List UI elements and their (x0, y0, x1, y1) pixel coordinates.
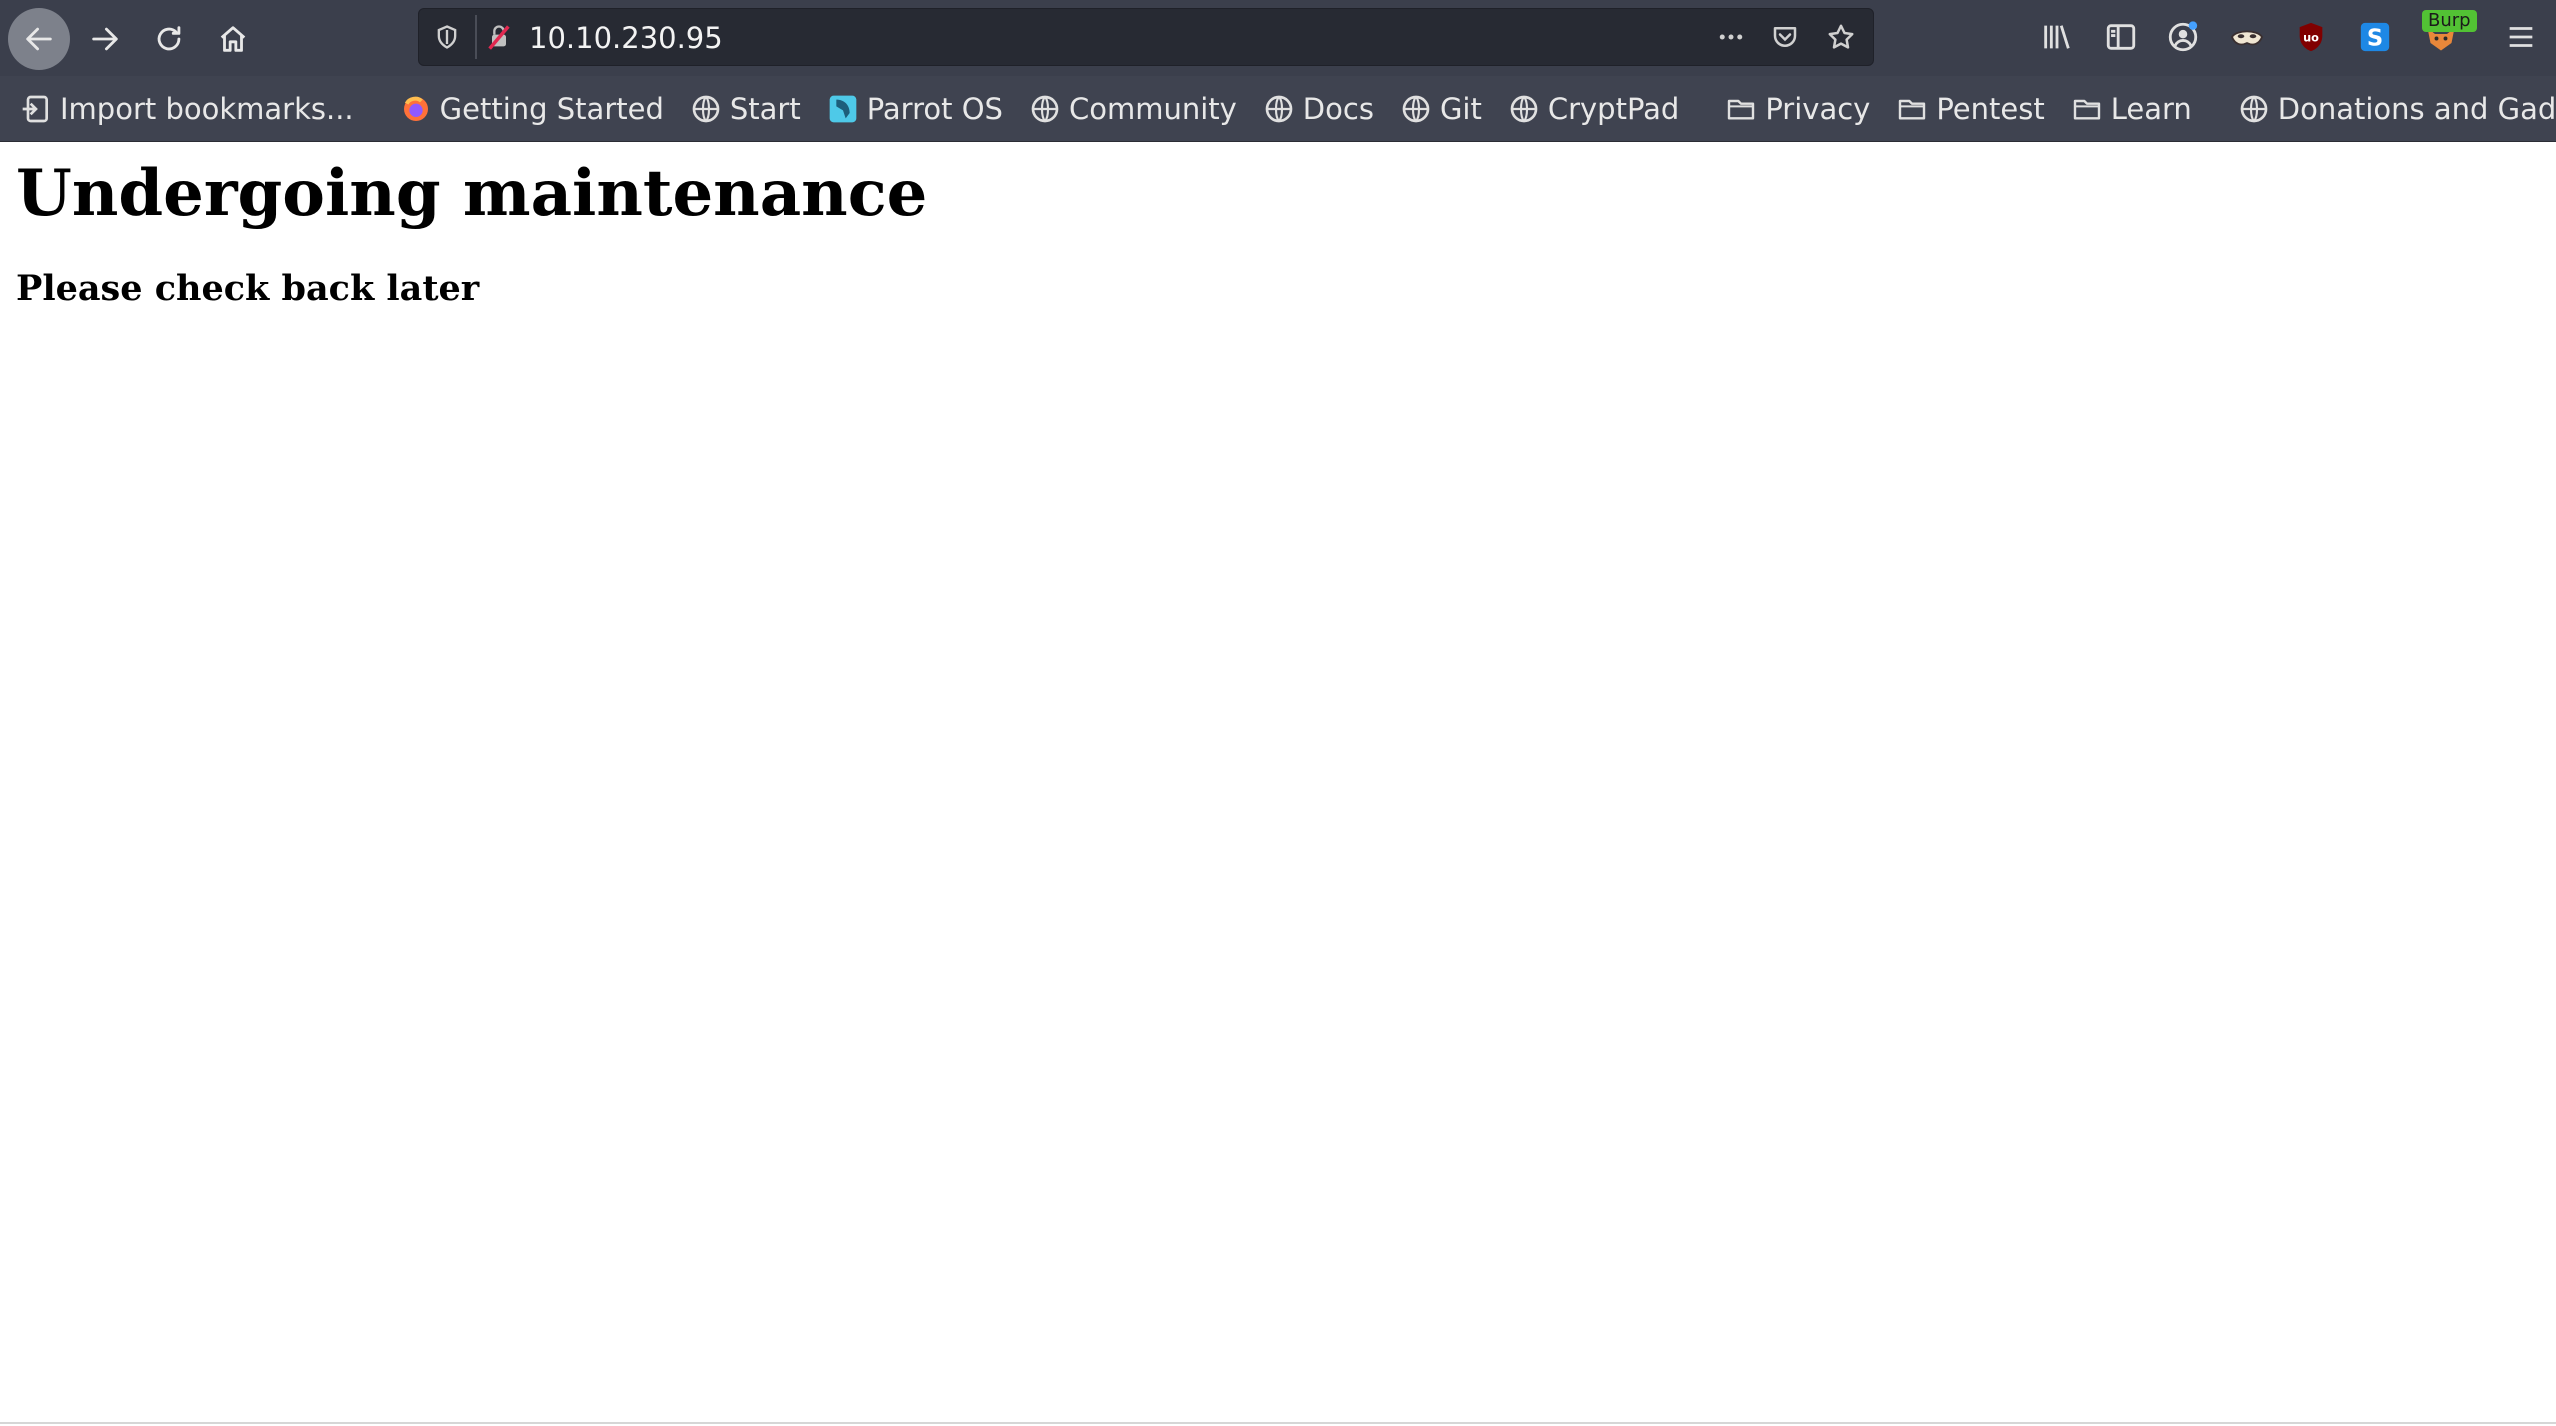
forward-icon (92, 27, 118, 51)
folder-icon (1728, 99, 1755, 120)
s-extension-icon[interactable]: S (2354, 16, 2396, 58)
ublock-icon[interactable]: uo (2290, 16, 2332, 58)
bookmark-git[interactable]: Git (1400, 92, 1482, 126)
reload-icon (157, 26, 181, 51)
account-icon[interactable] (2162, 16, 2204, 58)
globe-icon (1510, 95, 1538, 122)
bookmark-label: Parrot OS (866, 91, 1003, 126)
back-icon (26, 27, 52, 51)
page-content: Undergoing maintenance Please check back… (0, 142, 2556, 1424)
bookmark-getting-started[interactable]: Getting Started (400, 92, 664, 126)
bookmark-folder-pentest[interactable]: Pentest (1896, 91, 2045, 126)
bookmark-label: Import bookmarks... (60, 91, 354, 126)
bookmark-label: Community (1068, 91, 1237, 126)
bookmark-parrot-os[interactable]: Parrot OS (827, 92, 1003, 126)
bookmark-label: Docs (1302, 91, 1374, 126)
parrot-os-icon (829, 95, 857, 122)
bottom-divider (0, 1422, 2556, 1424)
sidebar-icon[interactable] (2100, 16, 2142, 58)
bookmark-label: Start (729, 91, 801, 126)
url-separator (475, 15, 477, 59)
bookmark-label: Donations and Gadgets (2277, 91, 2556, 126)
library-icon[interactable] (2036, 16, 2078, 58)
shield-icon[interactable] (431, 21, 463, 53)
page-title: Undergoing maintenance (16, 156, 928, 231)
globe-icon (692, 95, 720, 122)
bookmark-community[interactable]: Community (1029, 92, 1237, 126)
bookmark-import[interactable]: Import bookmarks... (20, 92, 354, 126)
url-text[interactable]: 10.10.230.95 (529, 21, 723, 55)
more-icon[interactable] (1715, 21, 1747, 53)
globe-icon (1031, 95, 1059, 122)
bookmark-donations[interactable]: Donations and Gadgets (2238, 92, 2556, 126)
bookmark-label: Pentest (1936, 91, 2045, 126)
url-bar[interactable]: 10.10.230.95 (418, 8, 1874, 66)
globe-icon (1265, 95, 1293, 122)
bookmark-label: Privacy (1765, 91, 1871, 126)
bookmark-folder-learn[interactable]: Learn (2071, 92, 2192, 126)
bookmark-label: Learn (2110, 91, 2192, 126)
bookmark-folder-privacy[interactable]: Privacy (1725, 92, 1870, 126)
insecure-lock-icon[interactable] (483, 21, 515, 53)
reload-button[interactable] (138, 8, 200, 70)
page-subtitle: Please check back later (16, 268, 480, 309)
globe-icon (1402, 95, 1430, 122)
bookmark-start[interactable]: Start (690, 92, 801, 126)
bookmark-label: Getting Started (439, 91, 664, 126)
bookmark-docs[interactable]: Docs (1263, 92, 1374, 126)
firefox-icon (403, 96, 428, 121)
svg-text:S: S (2367, 26, 2383, 52)
home-button[interactable] (202, 8, 264, 70)
bookmarks-toolbar: Import bookmarks... Getting Started Star… (0, 76, 2556, 142)
navigation-toolbar: 10.10.230.95 uo S Burp (0, 0, 2556, 76)
svg-text:uo: uo (2303, 30, 2319, 44)
back-button[interactable] (8, 8, 70, 70)
folder-icon (2073, 99, 2100, 120)
mask-extension-icon[interactable] (2226, 16, 2268, 58)
home-icon (220, 26, 246, 52)
globe-icon (2240, 95, 2268, 122)
browser-chrome: 10.10.230.95 uo S Burp Import bookmarks.… (0, 0, 2556, 142)
bookmark-label: CryptPad (1547, 91, 1680, 126)
folder-icon (1899, 99, 1926, 120)
bookmark-label: Git (1439, 91, 1482, 126)
burp-badge: Burp (2422, 10, 2477, 32)
bookmark-star-icon[interactable] (1825, 21, 1857, 53)
bookmark-cryptpad[interactable]: CryptPad (1508, 92, 1679, 126)
forward-button[interactable] (74, 8, 136, 70)
hamburger-menu-icon[interactable] (2500, 16, 2542, 58)
import-icon (22, 95, 48, 122)
pocket-icon[interactable] (1769, 21, 1801, 53)
